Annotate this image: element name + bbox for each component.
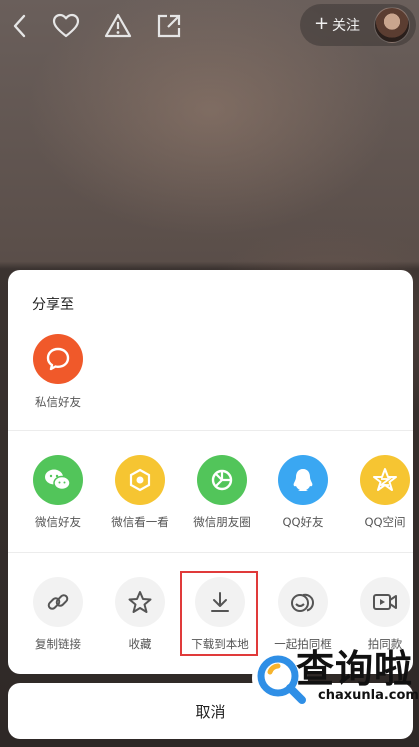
wechat-look-icon — [115, 455, 165, 505]
duet-icon — [278, 577, 328, 627]
message-bubble-icon — [33, 334, 83, 384]
wechat-icon — [33, 455, 83, 505]
star-icon — [115, 577, 165, 627]
divider — [8, 552, 413, 553]
report-warning-icon[interactable] — [102, 10, 134, 42]
qq-icon — [278, 455, 328, 505]
share-item-label: 微信看一看 — [111, 515, 169, 529]
share-item-label: QQ好友 — [282, 515, 324, 529]
share-item-label: 私信好友 — [35, 395, 81, 409]
share-item-label: QQ空间 — [364, 515, 406, 529]
qzone-icon — [360, 455, 410, 505]
watermark: 查询啦 chaxunla.com — [244, 636, 419, 746]
follow-label: 关注 — [332, 18, 360, 34]
share-item-label: 微信朋友圈 — [193, 515, 251, 529]
heart-icon[interactable] — [50, 10, 82, 42]
action-item-label: 复制链接 — [35, 637, 81, 651]
action-item-label: 收藏 — [128, 637, 152, 651]
share-title: 分享至 — [32, 297, 74, 313]
top-bar: + 关注 — [0, 0, 419, 52]
back-icon[interactable] — [4, 10, 36, 42]
video-camera-icon — [360, 577, 410, 627]
wechat-moments-icon — [197, 455, 247, 505]
plus-icon: + — [314, 13, 330, 34]
divider — [8, 430, 413, 431]
share-external-icon[interactable] — [153, 10, 185, 42]
follow-button[interactable]: + 关注 — [300, 4, 416, 46]
link-icon — [33, 577, 83, 627]
avatar[interactable] — [374, 7, 410, 43]
watermark-url: chaxunla.com — [318, 688, 419, 703]
share-item-label: 微信好友 — [35, 515, 81, 529]
watermark-title: 查询啦 — [296, 647, 414, 691]
